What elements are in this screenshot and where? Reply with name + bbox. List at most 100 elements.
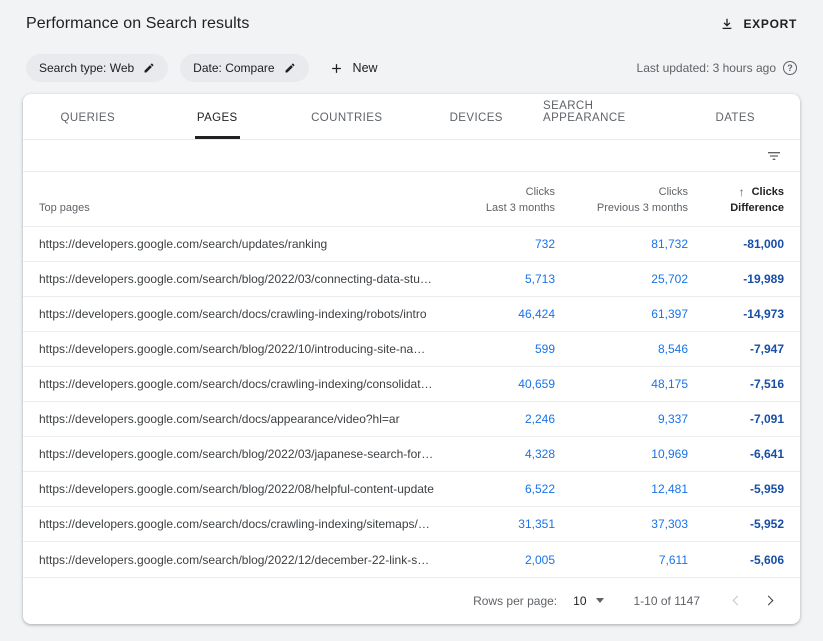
tab-search-appearance[interactable]: SEARCH APPEARANCE bbox=[541, 94, 671, 139]
tabs: QUERIES PAGES COUNTRIES DEVICES SEARCH APPEA… bbox=[23, 94, 800, 140]
column-header-clicks-difference[interactable]: ↑ Clicks Difference bbox=[688, 172, 800, 227]
clicks-diff-value: -5,606 bbox=[688, 542, 800, 577]
clicks-prev-value: 9,337 bbox=[555, 402, 688, 437]
new-filter-button[interactable]: New bbox=[329, 61, 378, 76]
table-row[interactable]: https://developers.google.com/search/doc… bbox=[23, 367, 800, 402]
previous-page-button[interactable] bbox=[722, 587, 750, 615]
table-row[interactable]: https://developers.google.com/search/doc… bbox=[23, 402, 800, 437]
rows-per-page-label: Rows per page: bbox=[473, 594, 557, 608]
new-filter-label: New bbox=[353, 61, 378, 75]
tab-label: DEVICES bbox=[448, 98, 505, 139]
table-row[interactable]: https://developers.google.com/search/blo… bbox=[23, 542, 800, 577]
clicks-diff-value: -7,947 bbox=[688, 332, 800, 367]
next-page-button[interactable] bbox=[756, 587, 784, 615]
tab-pages[interactable]: PAGES bbox=[153, 94, 283, 139]
pagination-controls bbox=[722, 587, 784, 615]
edit-icon bbox=[284, 62, 296, 74]
tab-label: DATES bbox=[714, 98, 758, 139]
page-url[interactable]: https://developers.google.com/search/blo… bbox=[23, 332, 435, 367]
table-row[interactable]: https://developers.google.com/search/blo… bbox=[23, 437, 800, 472]
tab-queries[interactable]: QUERIES bbox=[23, 94, 153, 139]
tab-devices[interactable]: DEVICES bbox=[412, 94, 542, 139]
search-type-chip[interactable]: Search type: Web bbox=[26, 54, 168, 82]
clicks-diff-value: -14,973 bbox=[688, 297, 800, 332]
clicks-diff-value: -7,516 bbox=[688, 367, 800, 402]
table-row[interactable]: https://developers.google.com/search/blo… bbox=[23, 332, 800, 367]
column-header-line: Previous 3 months bbox=[555, 200, 688, 216]
chevron-left-icon bbox=[733, 596, 743, 606]
top-bar: Performance on Search results EXPORT bbox=[0, 0, 823, 42]
table-row[interactable]: https://developers.google.com/search/blo… bbox=[23, 472, 800, 507]
clicks-prev-value: 25,702 bbox=[555, 262, 688, 297]
rows-per-page-value: 10 bbox=[573, 594, 586, 608]
column-header-line: Clicks bbox=[435, 184, 555, 200]
clicks-prev-value: 37,303 bbox=[555, 507, 688, 542]
clicks-diff-value: -19,989 bbox=[688, 262, 800, 297]
search-type-chip-label: Search type: Web bbox=[39, 61, 134, 75]
clicks-last-value: 2,246 bbox=[435, 402, 555, 437]
clicks-last-value: 5,713 bbox=[435, 262, 555, 297]
export-button[interactable]: EXPORT bbox=[720, 17, 797, 31]
table-row[interactable]: https://developers.google.com/search/upd… bbox=[23, 227, 800, 262]
column-header-clicks-prev[interactable]: Clicks Previous 3 months bbox=[555, 172, 688, 227]
page-title: Performance on Search results bbox=[26, 15, 249, 33]
clicks-prev-value: 8,546 bbox=[555, 332, 688, 367]
clicks-last-value: 4,328 bbox=[435, 437, 555, 472]
sort-ascending-icon: ↑ bbox=[739, 184, 745, 200]
clicks-last-value: 31,351 bbox=[435, 507, 555, 542]
clicks-last-value: 6,522 bbox=[435, 472, 555, 507]
column-header-line: Clicks bbox=[752, 184, 784, 200]
clicks-diff-value: -7,091 bbox=[688, 402, 800, 437]
column-header-clicks-last[interactable]: Clicks Last 3 months bbox=[435, 172, 555, 227]
page-url[interactable]: https://developers.google.com/search/doc… bbox=[23, 367, 435, 402]
table-body: https://developers.google.com/search/upd… bbox=[23, 227, 800, 577]
table-footer: Rows per page: 10 1-10 of 1147 bbox=[23, 577, 800, 624]
tab-countries[interactable]: COUNTRIES bbox=[282, 94, 412, 139]
page-url[interactable]: https://developers.google.com/search/blo… bbox=[23, 472, 435, 507]
date-compare-chip-label: Date: Compare bbox=[193, 61, 274, 75]
tab-dates[interactable]: DATES bbox=[671, 94, 801, 139]
table-row[interactable]: https://developers.google.com/search/doc… bbox=[23, 507, 800, 542]
clicks-prev-value: 61,397 bbox=[555, 297, 688, 332]
column-header-line: Last 3 months bbox=[435, 200, 555, 216]
edit-icon bbox=[143, 62, 155, 74]
page-url[interactable]: https://developers.google.com/search/doc… bbox=[23, 297, 435, 332]
download-icon bbox=[720, 17, 734, 31]
chevron-down-icon bbox=[596, 598, 604, 603]
clicks-diff-value: -5,952 bbox=[688, 507, 800, 542]
table-row[interactable]: https://developers.google.com/search/doc… bbox=[23, 297, 800, 332]
clicks-diff-value: -6,641 bbox=[688, 437, 800, 472]
tab-label: PAGES bbox=[195, 98, 240, 139]
performance-card: QUERIES PAGES COUNTRIES DEVICES SEARCH APPEA… bbox=[23, 94, 800, 624]
filter-list-icon bbox=[766, 148, 782, 164]
help-icon[interactable]: ? bbox=[783, 61, 797, 75]
clicks-prev-value: 7,611 bbox=[555, 542, 688, 577]
page-url[interactable]: https://developers.google.com/search/blo… bbox=[23, 542, 435, 577]
clicks-prev-value: 81,732 bbox=[555, 227, 688, 262]
rows-per-page-select[interactable]: 10 bbox=[573, 594, 603, 608]
table-toolbar bbox=[23, 140, 800, 172]
clicks-prev-value: 12,481 bbox=[555, 472, 688, 507]
column-header-top-pages[interactable]: Top pages bbox=[23, 172, 435, 227]
pages-table: Top pages Clicks Last 3 months Clicks Pr… bbox=[23, 172, 800, 577]
page-url[interactable]: https://developers.google.com/search/blo… bbox=[23, 437, 435, 472]
clicks-last-value: 40,659 bbox=[435, 367, 555, 402]
column-header-line: Clicks bbox=[555, 184, 688, 200]
page-url[interactable]: https://developers.google.com/search/doc… bbox=[23, 507, 435, 542]
filter-table-button[interactable] bbox=[766, 148, 782, 164]
clicks-diff-value: -5,959 bbox=[688, 472, 800, 507]
page-url[interactable]: https://developers.google.com/search/blo… bbox=[23, 262, 435, 297]
column-header-line: Difference bbox=[688, 200, 784, 216]
clicks-prev-value: 48,175 bbox=[555, 367, 688, 402]
tab-label: QUERIES bbox=[58, 98, 117, 139]
table-row[interactable]: https://developers.google.com/search/blo… bbox=[23, 262, 800, 297]
date-compare-chip[interactable]: Date: Compare bbox=[180, 54, 308, 82]
tab-label: SEARCH APPEARANCE bbox=[541, 94, 671, 139]
table-header-row: Top pages Clicks Last 3 months Clicks Pr… bbox=[23, 172, 800, 227]
clicks-last-value: 732 bbox=[435, 227, 555, 262]
clicks-last-value: 599 bbox=[435, 332, 555, 367]
last-updated-text: Last updated: 3 hours ago bbox=[637, 61, 776, 75]
page-url[interactable]: https://developers.google.com/search/upd… bbox=[23, 227, 435, 262]
tab-label: COUNTRIES bbox=[309, 98, 384, 139]
page-url[interactable]: https://developers.google.com/search/doc… bbox=[23, 402, 435, 437]
